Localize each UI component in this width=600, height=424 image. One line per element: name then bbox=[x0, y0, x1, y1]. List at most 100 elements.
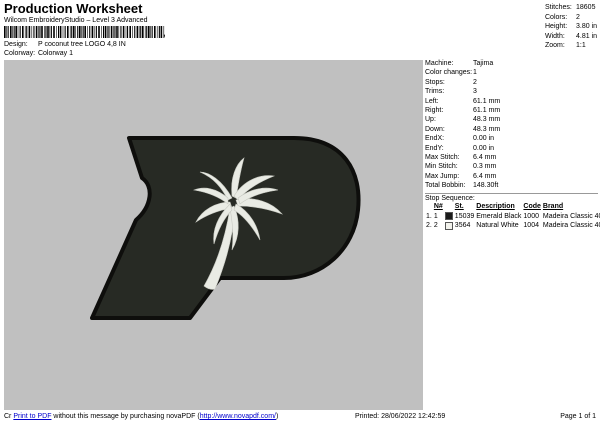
col-code: Code bbox=[523, 203, 541, 211]
info-label: Max Stitch: bbox=[425, 153, 460, 161]
stat-label: Colors: bbox=[545, 13, 568, 21]
design-stats: Stitches: 18605 Colors: 2 Height: 3.80 in Widt… bbox=[545, 3, 597, 51]
footer-prefix: Cr bbox=[4, 413, 12, 420]
info-row: Total Bobbin: 148.30ft bbox=[425, 181, 598, 190]
info-row: Right: 61.1 mm bbox=[425, 106, 598, 115]
stat-row: Stitches: 18605 bbox=[545, 3, 597, 13]
barcode bbox=[4, 26, 165, 38]
needle-number: 2 bbox=[433, 222, 438, 230]
stitch-count: 3564 bbox=[454, 222, 471, 230]
info-value: 2 bbox=[473, 78, 477, 86]
info-label: Total Bobbin: bbox=[425, 182, 466, 190]
color-swatch bbox=[444, 221, 454, 231]
thread-description: Natural White bbox=[476, 222, 519, 230]
footer: Cr Print to PDF without this message by … bbox=[4, 413, 598, 420]
section-divider bbox=[425, 193, 598, 194]
info-value: 0.00 in bbox=[473, 144, 495, 152]
info-value: 0.00 in bbox=[473, 135, 495, 143]
info-value: 6.4 mm bbox=[473, 172, 497, 180]
stat-value: 1:1 bbox=[576, 42, 586, 50]
machine-info-panel: Machine: Tajima Color changes:1 Stops: 2 Trim… bbox=[425, 59, 598, 190]
stat-label: Stitches: bbox=[545, 4, 572, 11]
printed-timestamp: Printed: 28/06/2022 12:42:59 bbox=[355, 413, 446, 420]
thread-brand: Madeira Classic 40 bbox=[542, 212, 600, 220]
stat-row: Colors: 2 bbox=[545, 13, 597, 23]
design-row: Design: P coconut tree LOGO 4,8 IN bbox=[4, 41, 126, 48]
col-brand: Brand bbox=[542, 203, 564, 211]
info-row: EndX: 0.00 in bbox=[425, 134, 598, 143]
page-number: Page 1 of 1 bbox=[560, 413, 596, 420]
stat-label: Width: bbox=[545, 32, 565, 40]
colorway-label: Colorway: bbox=[4, 50, 36, 57]
stop-sequence-table: N# St. Description Code Brand 1. 1 15039 Em… bbox=[425, 202, 600, 231]
info-value: 148.30ft bbox=[473, 182, 499, 190]
info-label: Down: bbox=[425, 125, 445, 133]
table-row: 1. 1 15039 Emerald Black 1000 Madeira Classic… bbox=[425, 212, 600, 222]
info-row: Max Jump: 6.4 mm bbox=[425, 172, 598, 181]
col-description: Description bbox=[476, 203, 515, 211]
barcode-suffix: , bbox=[163, 28, 166, 38]
col-n: N# bbox=[433, 203, 443, 211]
stat-label: Height: bbox=[545, 23, 568, 31]
info-value: 3 bbox=[473, 88, 477, 96]
page-title: Production Worksheet bbox=[4, 1, 143, 16]
info-label: Min Stitch: bbox=[425, 163, 458, 171]
info-value: Tajima bbox=[473, 60, 494, 67]
thread-code: 1004 bbox=[523, 222, 539, 230]
thread-brand: Madeira Classic 40 bbox=[542, 222, 600, 230]
needle-number: 1 bbox=[433, 212, 438, 220]
stat-value: 2 bbox=[576, 13, 580, 21]
info-row: Left: 61.1 mm bbox=[425, 97, 598, 106]
info-value: 61.1 mm bbox=[473, 106, 501, 114]
info-value: 48.3 mm bbox=[473, 116, 501, 124]
info-value: 61.1 mm bbox=[473, 97, 501, 105]
info-label: Left: bbox=[425, 97, 439, 105]
footer-message: without this message by purchasing novaP… bbox=[51, 413, 200, 420]
stop-index: 2. bbox=[426, 222, 432, 230]
info-row: Min Stitch: 0.3 mm bbox=[425, 162, 598, 171]
footer-suffix: ) bbox=[275, 413, 279, 420]
info-row: Down: 48.3 mm bbox=[425, 125, 598, 134]
novapdf-url-link[interactable]: http://www.novapdf.com/ bbox=[200, 413, 276, 420]
colorway-row: Colorway: Colorway 1 bbox=[4, 50, 73, 57]
info-label: Trims: bbox=[425, 88, 445, 96]
info-label: Max Jump: bbox=[425, 172, 460, 180]
stop-sequence-panel: Stop Sequence: N# St. Description Code B… bbox=[425, 195, 600, 231]
stitch-count: 15039 bbox=[454, 212, 475, 220]
design-preview bbox=[4, 60, 423, 410]
stat-value: 4.81 in bbox=[576, 32, 598, 40]
stat-row: Height: 3.80 in bbox=[545, 22, 597, 32]
info-label: Up: bbox=[425, 116, 436, 124]
info-row: EndY: 0.00 in bbox=[425, 144, 598, 153]
stop-index: 1. bbox=[426, 212, 432, 220]
info-label: Right: bbox=[425, 106, 444, 114]
info-label: EndX: bbox=[425, 135, 445, 143]
info-row: Color changes:1 bbox=[425, 68, 598, 77]
thread-code: 1000 bbox=[523, 212, 539, 220]
info-row: Stops: 2 bbox=[425, 78, 598, 87]
letter-p-shape bbox=[90, 136, 361, 320]
print-to-pdf-link[interactable]: Print to PDF bbox=[13, 413, 51, 420]
info-label: EndY: bbox=[425, 144, 444, 152]
col-st: St. bbox=[454, 203, 464, 211]
info-value: 1 bbox=[473, 69, 477, 77]
stat-value: 3.80 in bbox=[576, 23, 598, 31]
info-row: Max Stitch: 6.4 mm bbox=[425, 153, 598, 162]
info-label: Color changes: bbox=[425, 69, 473, 77]
stat-row: Zoom: 1:1 bbox=[545, 41, 597, 51]
info-label: Stops: bbox=[425, 78, 445, 86]
table-row: 2. 2 3564 Natural White 1004 Madeira Classic … bbox=[425, 221, 600, 231]
design-label: Design: bbox=[4, 41, 28, 48]
stat-value: 18605 bbox=[576, 4, 596, 11]
color-swatch bbox=[444, 212, 454, 222]
info-value: 48.3 mm bbox=[473, 125, 501, 133]
stat-label: Zoom: bbox=[545, 42, 565, 50]
stat-row: Width: 4.81 in bbox=[545, 32, 597, 42]
stop-sequence-title: Stop Sequence: bbox=[425, 195, 475, 202]
info-value: 0.3 mm bbox=[473, 163, 497, 171]
info-row: Machine: Tajima bbox=[425, 59, 598, 68]
design-value: P coconut tree LOGO 4,8 IN bbox=[37, 41, 126, 48]
embroidery-design bbox=[90, 136, 361, 320]
info-row: Trims: 3 bbox=[425, 87, 598, 96]
colorway-value: Colorway 1 bbox=[37, 50, 73, 57]
